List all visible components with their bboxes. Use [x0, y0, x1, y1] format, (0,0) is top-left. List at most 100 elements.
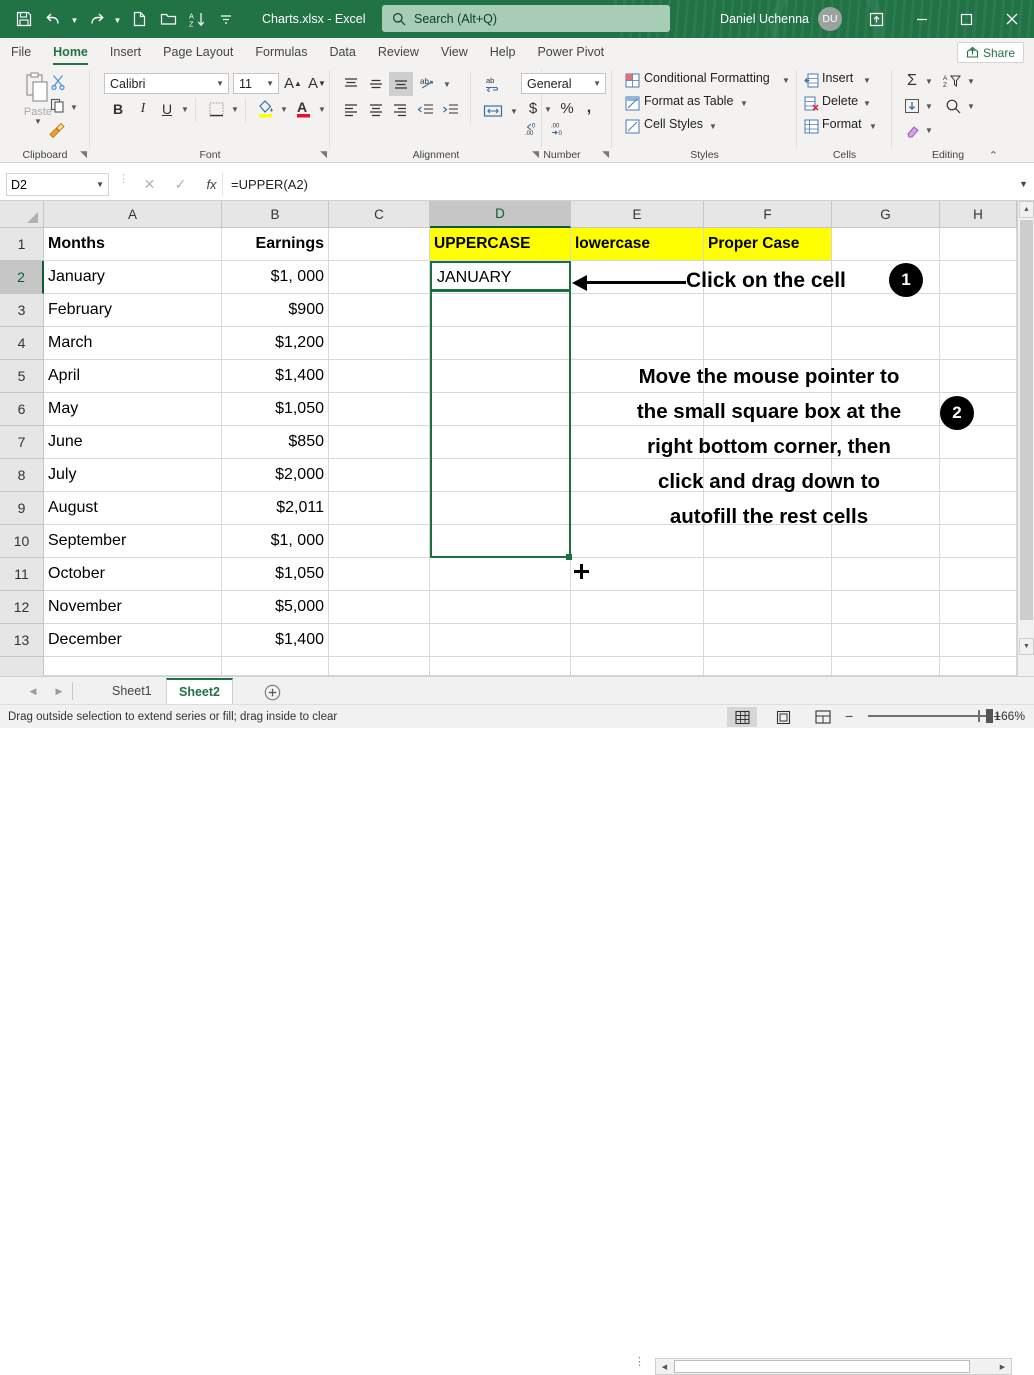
number-dialog-launcher[interactable]: ◥	[602, 149, 609, 160]
row-header-10[interactable]: 10	[0, 525, 44, 558]
cell-B1[interactable]: Earnings	[222, 228, 329, 261]
format-painter-icon[interactable]	[48, 121, 66, 138]
column-header-D[interactable]: D	[430, 201, 571, 228]
cell-A5[interactable]: April	[44, 360, 222, 393]
cell-H5[interactable]	[940, 360, 1017, 393]
align-bottom-icon[interactable]	[389, 72, 413, 96]
sort-filter-icon[interactable]: AZ	[942, 71, 964, 91]
select-all-corner[interactable]	[0, 201, 44, 228]
conditional-formatting-label[interactable]: Conditional Formatting	[644, 71, 770, 85]
underline-button[interactable]: U	[156, 98, 178, 120]
decrease-font-size-icon[interactable]: A▼	[306, 72, 328, 94]
cell-D9[interactable]	[430, 492, 571, 525]
formula-bar-handle[interactable]: ⋮	[118, 177, 129, 182]
align-right-icon[interactable]	[389, 99, 411, 121]
vertical-scrollbar[interactable]: ▲ ▼	[1017, 201, 1034, 676]
cell-B7[interactable]: $850	[222, 426, 329, 459]
cell-F3[interactable]	[704, 294, 832, 327]
cell-B4[interactable]: $1,200	[222, 327, 329, 360]
cell-H8[interactable]	[940, 459, 1017, 492]
cell-C14[interactable]	[329, 657, 430, 676]
column-header-A[interactable]: A	[44, 201, 222, 228]
fill-dropdown-icon[interactable]: ▼	[925, 102, 933, 111]
fill-handle[interactable]	[566, 554, 572, 560]
delete-label[interactable]: Delete	[822, 94, 858, 108]
cell-E3[interactable]	[571, 294, 704, 327]
column-header-H[interactable]: H	[940, 201, 1017, 228]
scroll-right-button[interactable]: ▶	[995, 1360, 1010, 1373]
cell-D6[interactable]	[430, 393, 571, 426]
row-header-11[interactable]: 11	[0, 558, 44, 591]
add-sheet-button[interactable]	[262, 682, 282, 702]
percent-format-icon[interactable]: %	[558, 98, 576, 118]
tab-formulas[interactable]: Formulas	[244, 38, 318, 66]
cell-G13[interactable]	[832, 624, 940, 657]
tab-insert[interactable]: Insert	[99, 38, 152, 66]
zoom-slider[interactable]	[868, 715, 988, 717]
fill-color-dropdown-icon[interactable]: ▼	[280, 105, 288, 114]
customize-qat-icon[interactable]	[212, 6, 240, 32]
cell-C11[interactable]	[329, 558, 430, 591]
orientation-icon[interactable]: ab	[417, 73, 439, 95]
increase-font-size-icon[interactable]: A▲	[282, 72, 304, 94]
cell-A7[interactable]: June	[44, 426, 222, 459]
insert-dropdown-icon[interactable]: ▼	[863, 76, 871, 85]
row-header-2[interactable]: 2	[0, 261, 44, 294]
avatar[interactable]: DU	[818, 7, 842, 31]
borders-dropdown-icon[interactable]: ▼	[231, 105, 239, 114]
row-header-14[interactable]	[0, 657, 44, 676]
cell-B5[interactable]: $1,400	[222, 360, 329, 393]
sort-filter-dropdown-icon[interactable]: ▼	[967, 77, 975, 86]
row-header-6[interactable]: 6	[0, 393, 44, 426]
cell-H10[interactable]	[940, 525, 1017, 558]
normal-view-button[interactable]	[727, 707, 757, 727]
cell-C12[interactable]	[329, 591, 430, 624]
cell-C6[interactable]	[329, 393, 430, 426]
formula-input[interactable]: =UPPER(A2)	[222, 173, 1012, 196]
cell-C5[interactable]	[329, 360, 430, 393]
expand-formula-bar-icon[interactable]: ▼	[1019, 179, 1028, 189]
cell-E14[interactable]	[571, 657, 704, 676]
increase-decimal-icon[interactable]: 0.00	[522, 120, 546, 138]
copy-dropdown-icon[interactable]: ▼	[70, 103, 78, 112]
horizontal-scroll-thumb[interactable]	[674, 1360, 970, 1373]
maximize-button[interactable]	[944, 0, 989, 38]
cell-H3[interactable]	[940, 294, 1017, 327]
undo-dropdown-icon[interactable]: ▼	[68, 6, 81, 32]
bold-button[interactable]: B	[107, 98, 129, 120]
row-header-8[interactable]: 8	[0, 459, 44, 492]
cell-F11[interactable]	[704, 558, 832, 591]
cell-A4[interactable]: March	[44, 327, 222, 360]
cell-E4[interactable]	[571, 327, 704, 360]
decrease-indent-icon[interactable]	[414, 99, 436, 121]
tab-review[interactable]: Review	[367, 38, 430, 66]
cell-A3[interactable]: February	[44, 294, 222, 327]
font-name-input[interactable]: Calibri ▼	[104, 73, 229, 94]
cell-C4[interactable]	[329, 327, 430, 360]
sheet-resize-handle[interactable]: ⋮	[634, 1360, 645, 1365]
cell-D4[interactable]	[430, 327, 571, 360]
format-dropdown-icon[interactable]: ▼	[869, 122, 877, 131]
cell-H7[interactable]	[940, 426, 1017, 459]
row-header-12[interactable]: 12	[0, 591, 44, 624]
cell-B8[interactable]: $2,000	[222, 459, 329, 492]
cell-A2[interactable]: January	[44, 261, 222, 294]
cell-B13[interactable]: $1,400	[222, 624, 329, 657]
scroll-down-button[interactable]: ▼	[1019, 638, 1034, 655]
cell-A6[interactable]: May	[44, 393, 222, 426]
cell-G3[interactable]	[832, 294, 940, 327]
undo-icon[interactable]	[39, 6, 67, 32]
font-color-icon[interactable]: A	[293, 96, 315, 120]
cell-D7[interactable]	[430, 426, 571, 459]
tab-view[interactable]: View	[430, 38, 479, 66]
open-folder-icon[interactable]	[154, 6, 182, 32]
search-input[interactable]: Search (Alt+Q)	[382, 5, 670, 32]
cell-D3[interactable]	[430, 294, 571, 327]
merge-center-icon[interactable]	[480, 99, 506, 123]
align-left-icon[interactable]	[340, 99, 362, 121]
zoom-out-button[interactable]: −	[845, 708, 853, 724]
cell-F4[interactable]	[704, 327, 832, 360]
cell-H1[interactable]	[940, 228, 1017, 261]
redo-dropdown-icon[interactable]: ▼	[111, 6, 124, 32]
column-header-F[interactable]: F	[704, 201, 832, 228]
